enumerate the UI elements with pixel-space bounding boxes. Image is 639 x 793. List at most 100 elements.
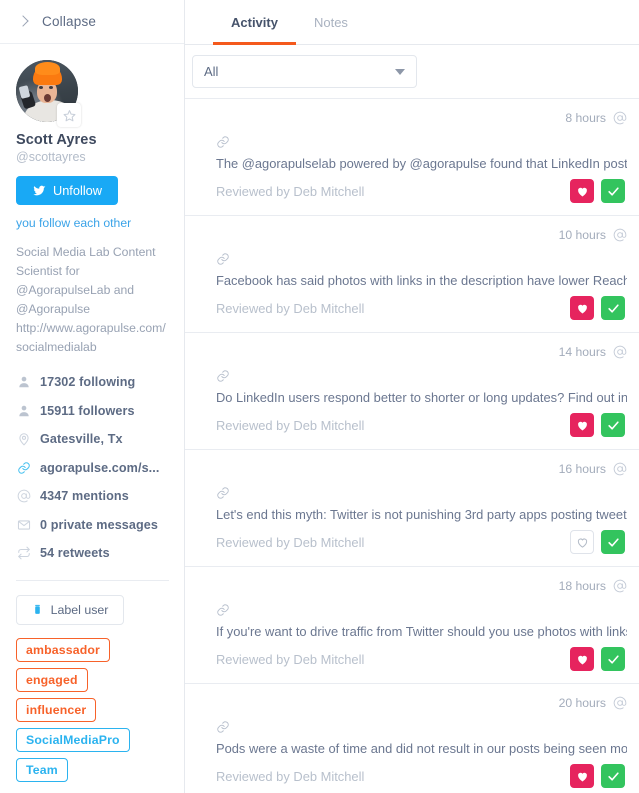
link-chain-icon xyxy=(216,252,627,269)
stat-row-mentions[interactable]: 4347 mentions xyxy=(16,482,168,511)
collapse-sidebar-button[interactable]: Collapse xyxy=(0,0,184,44)
activity-actions xyxy=(570,413,625,437)
tab-notes[interactable]: Notes xyxy=(296,0,366,44)
link-chain-icon xyxy=(216,720,627,737)
stat-label: Gatesville, Tx xyxy=(40,432,123,447)
heart-icon xyxy=(577,537,587,548)
like-button[interactable] xyxy=(570,764,594,788)
activity-text: If you're want to drive traffic from Twi… xyxy=(216,624,627,639)
label-chip[interactable]: influencer xyxy=(16,697,97,722)
activity-filter-select[interactable]: All xyxy=(192,55,417,88)
reviewed-by-label: Reviewed by Deb Mitchell xyxy=(216,651,365,667)
activity-meta: 20 hours xyxy=(216,694,627,712)
user-icon xyxy=(16,403,31,418)
tab-bar: Activity Notes xyxy=(185,0,639,45)
profile-section: Scott Ayres @scottayres Unfollow you fol… xyxy=(0,44,184,782)
reviewed-by-label: Reviewed by Deb Mitchell xyxy=(216,417,365,433)
activity-actions xyxy=(570,764,625,788)
review-button[interactable] xyxy=(601,647,625,671)
stat-label: 17302 following xyxy=(40,375,136,390)
activity-text: Pods were a waste of time and did not re… xyxy=(216,741,627,756)
reviewed-by-label: Reviewed by Deb Mitchell xyxy=(216,300,365,316)
label-user-button[interactable]: Label user xyxy=(16,594,124,625)
check-icon xyxy=(607,186,619,196)
activity-text: Do LinkedIn users respond better to shor… xyxy=(216,390,627,405)
stat-row-followers[interactable]: 15911 followers xyxy=(16,397,168,426)
unfollow-label: Unfollow xyxy=(52,183,103,198)
activity-filter-value: All xyxy=(204,64,219,79)
activity-actions xyxy=(570,530,625,554)
reviewed-by-label: Reviewed by Deb Mitchell xyxy=(216,768,365,784)
like-button[interactable] xyxy=(570,413,594,437)
activity-item[interactable]: 14 hours Do LinkedIn users respond bette… xyxy=(185,333,639,450)
profile-bio: Social Media Lab Content Scientist for @… xyxy=(16,245,166,354)
activity-actions xyxy=(570,296,625,320)
activity-item[interactable]: 8 hours The @agorapulselab powered by @a… xyxy=(185,99,639,216)
label-chip[interactable]: SocialMediaPro xyxy=(16,727,130,752)
activity-text: The @agorapulselab powered by @agorapuls… xyxy=(216,156,627,171)
activity-item[interactable]: 18 hours If you're want to drive traffic… xyxy=(185,567,639,684)
review-button[interactable] xyxy=(601,413,625,437)
stat-label: 15911 followers xyxy=(40,403,135,418)
like-button[interactable] xyxy=(570,530,594,554)
stat-row-website[interactable]: agorapulse.com/s... xyxy=(16,454,168,483)
activity-item[interactable]: 16 hours Let's end this myth: Twitter is… xyxy=(185,450,639,567)
tab-activity[interactable]: Activity xyxy=(213,0,296,45)
label-chip[interactable]: Team xyxy=(16,757,68,782)
label-chip[interactable]: ambassador xyxy=(16,637,110,662)
activity-timestamp: 20 hours xyxy=(558,696,606,710)
profile-stats: 17302 following 15911 followers Gatesvil… xyxy=(16,368,168,568)
activity-text: Let's end this myth: Twitter is not puni… xyxy=(216,507,627,522)
at-icon xyxy=(613,462,627,476)
user-labels: ambassador engaged influencer SocialMedi… xyxy=(16,637,168,782)
like-button[interactable] xyxy=(570,647,594,671)
activity-feed: 8 hours The @agorapulselab powered by @a… xyxy=(185,99,639,793)
activity-actions xyxy=(570,179,625,203)
at-icon xyxy=(613,228,627,242)
activity-timestamp: 10 hours xyxy=(558,228,606,242)
stat-row-following[interactable]: 17302 following xyxy=(16,368,168,397)
main-panel: Activity Notes All 8 hours The @agorapul… xyxy=(185,0,639,793)
heart-icon xyxy=(577,655,587,664)
activity-item[interactable]: 20 hours Pods were a waste of time and d… xyxy=(185,684,639,793)
review-button[interactable] xyxy=(601,530,625,554)
check-icon xyxy=(607,537,619,547)
star-icon[interactable] xyxy=(57,103,81,127)
activity-meta: 10 hours xyxy=(216,226,627,244)
reviewed-by-label: Reviewed by Deb Mitchell xyxy=(216,534,365,550)
activity-actions xyxy=(570,647,625,671)
link-chain-icon xyxy=(216,603,627,620)
chevron-right-icon xyxy=(18,16,30,28)
activity-timestamp: 18 hours xyxy=(558,579,606,593)
label-chip[interactable]: engaged xyxy=(16,667,88,692)
like-button[interactable] xyxy=(570,179,594,203)
link-chain-icon xyxy=(216,369,627,386)
review-button[interactable] xyxy=(601,764,625,788)
stat-label: 4347 mentions xyxy=(40,489,129,504)
retweet-icon xyxy=(16,546,31,561)
at-icon xyxy=(613,579,627,593)
review-button[interactable] xyxy=(601,179,625,203)
stat-row-private-messages[interactable]: 0 private messages xyxy=(16,511,168,540)
mutual-follow-text[interactable]: you follow each other xyxy=(16,216,168,230)
profile-name: Scott Ayres xyxy=(16,132,97,148)
stat-row-retweets[interactable]: 54 retweets xyxy=(16,539,168,568)
check-icon xyxy=(607,771,619,781)
activity-footer: Reviewed by Deb Mitchell xyxy=(216,764,627,788)
at-icon xyxy=(613,696,627,710)
collapse-label: Collapse xyxy=(42,14,97,29)
activity-timestamp: 8 hours xyxy=(565,111,606,125)
heart-icon xyxy=(577,772,587,781)
at-icon xyxy=(613,345,627,359)
review-button[interactable] xyxy=(601,296,625,320)
envelope-icon xyxy=(16,517,31,532)
activity-footer: Reviewed by Deb Mitchell xyxy=(216,179,627,203)
twitter-icon xyxy=(33,185,46,195)
unfollow-button[interactable]: Unfollow xyxy=(16,176,118,205)
avatar[interactable] xyxy=(16,60,81,127)
profile-handle: @scottayres xyxy=(16,150,86,164)
check-icon xyxy=(607,654,619,664)
heart-icon xyxy=(577,187,587,196)
like-button[interactable] xyxy=(570,296,594,320)
activity-item[interactable]: 10 hours Facebook has said photos with l… xyxy=(185,216,639,333)
